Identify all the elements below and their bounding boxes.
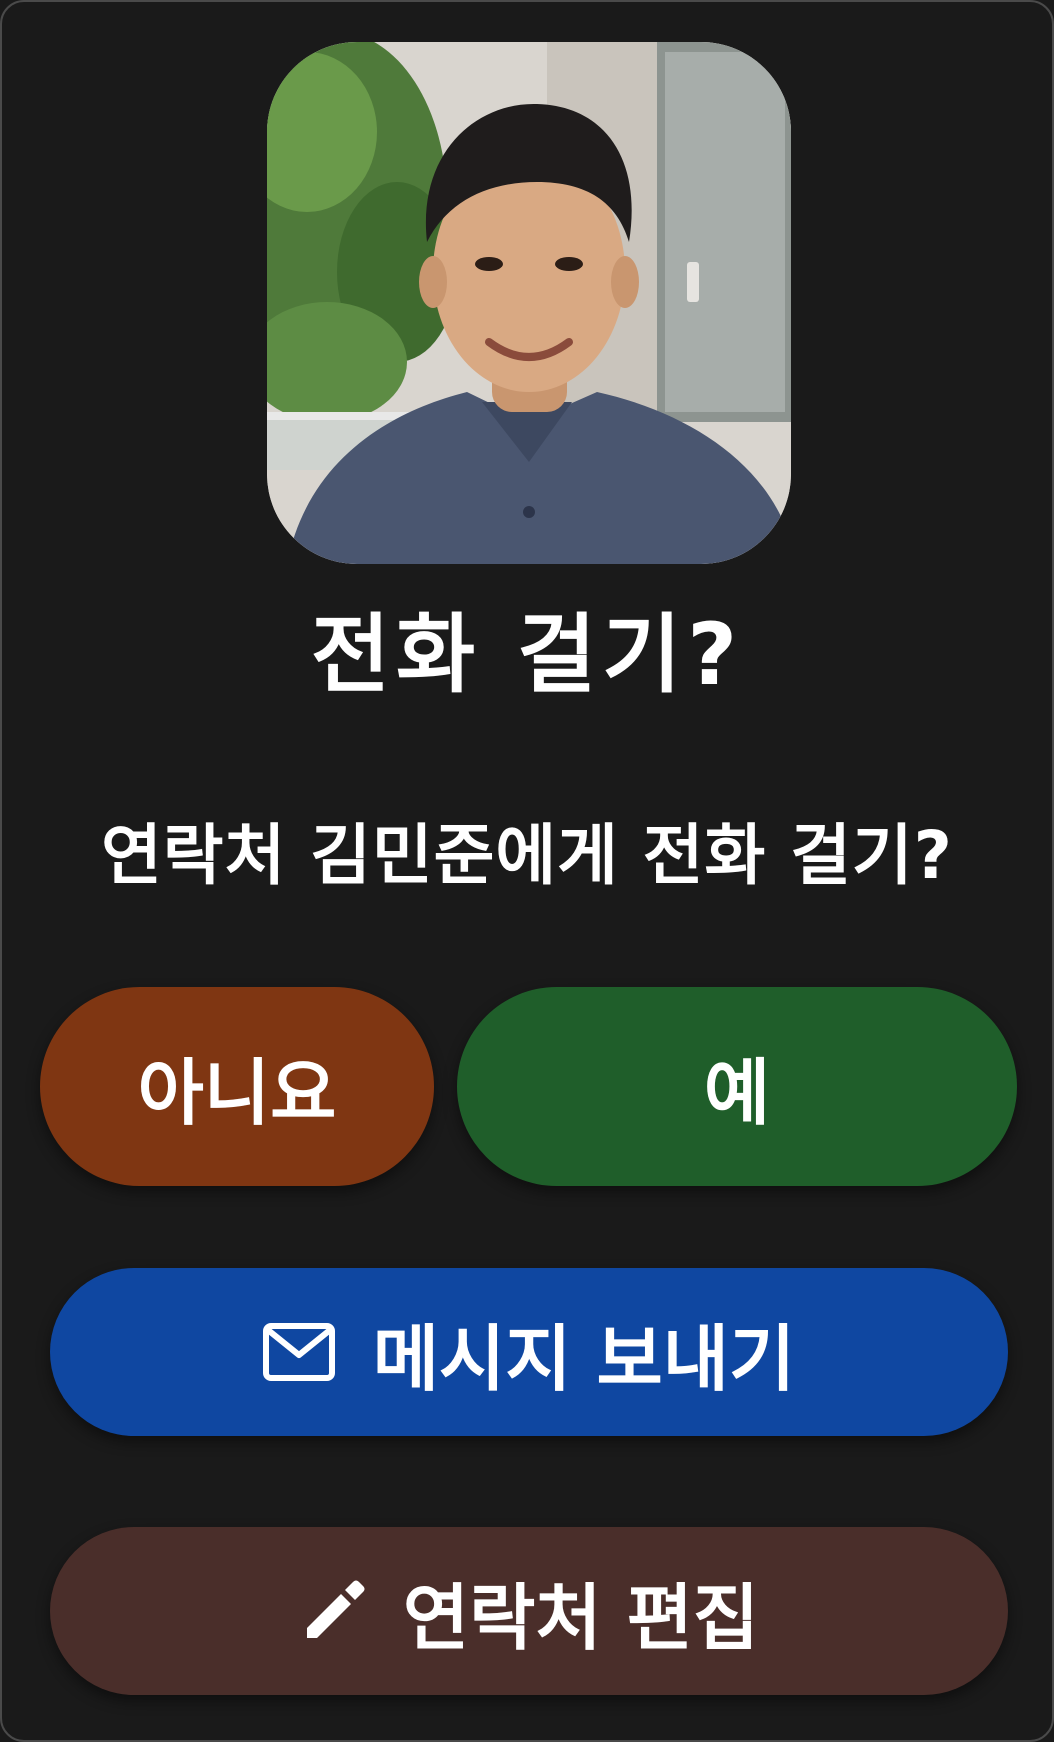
send-message-label: 메시지 보내기 <box>372 1316 796 1401</box>
edit-contact-button[interactable]: 연락처 편집 <box>50 1527 1008 1695</box>
contact-photo <box>267 42 791 564</box>
mail-icon <box>262 1323 335 1381</box>
send-message-button[interactable]: 메시지 보내기 <box>50 1268 1008 1436</box>
call-confirm-dialog: 전화 걸기? 연락처 김민준에게 전화 걸기? 아니요 예 메시지 보내기 연락… <box>0 0 1054 1742</box>
edit-contact-label: 연락처 편집 <box>402 1575 760 1660</box>
dialog-title: 전화 걸기? <box>310 605 744 705</box>
no-button-label: 아니요 <box>137 1051 337 1135</box>
dialog-message: 연락처 김민준에게 전화 걸기? <box>101 817 953 894</box>
pencil-icon <box>299 1578 365 1644</box>
yes-button-label: 예 <box>703 1051 771 1135</box>
no-button[interactable]: 아니요 <box>40 987 434 1186</box>
yes-button[interactable]: 예 <box>457 987 1017 1186</box>
